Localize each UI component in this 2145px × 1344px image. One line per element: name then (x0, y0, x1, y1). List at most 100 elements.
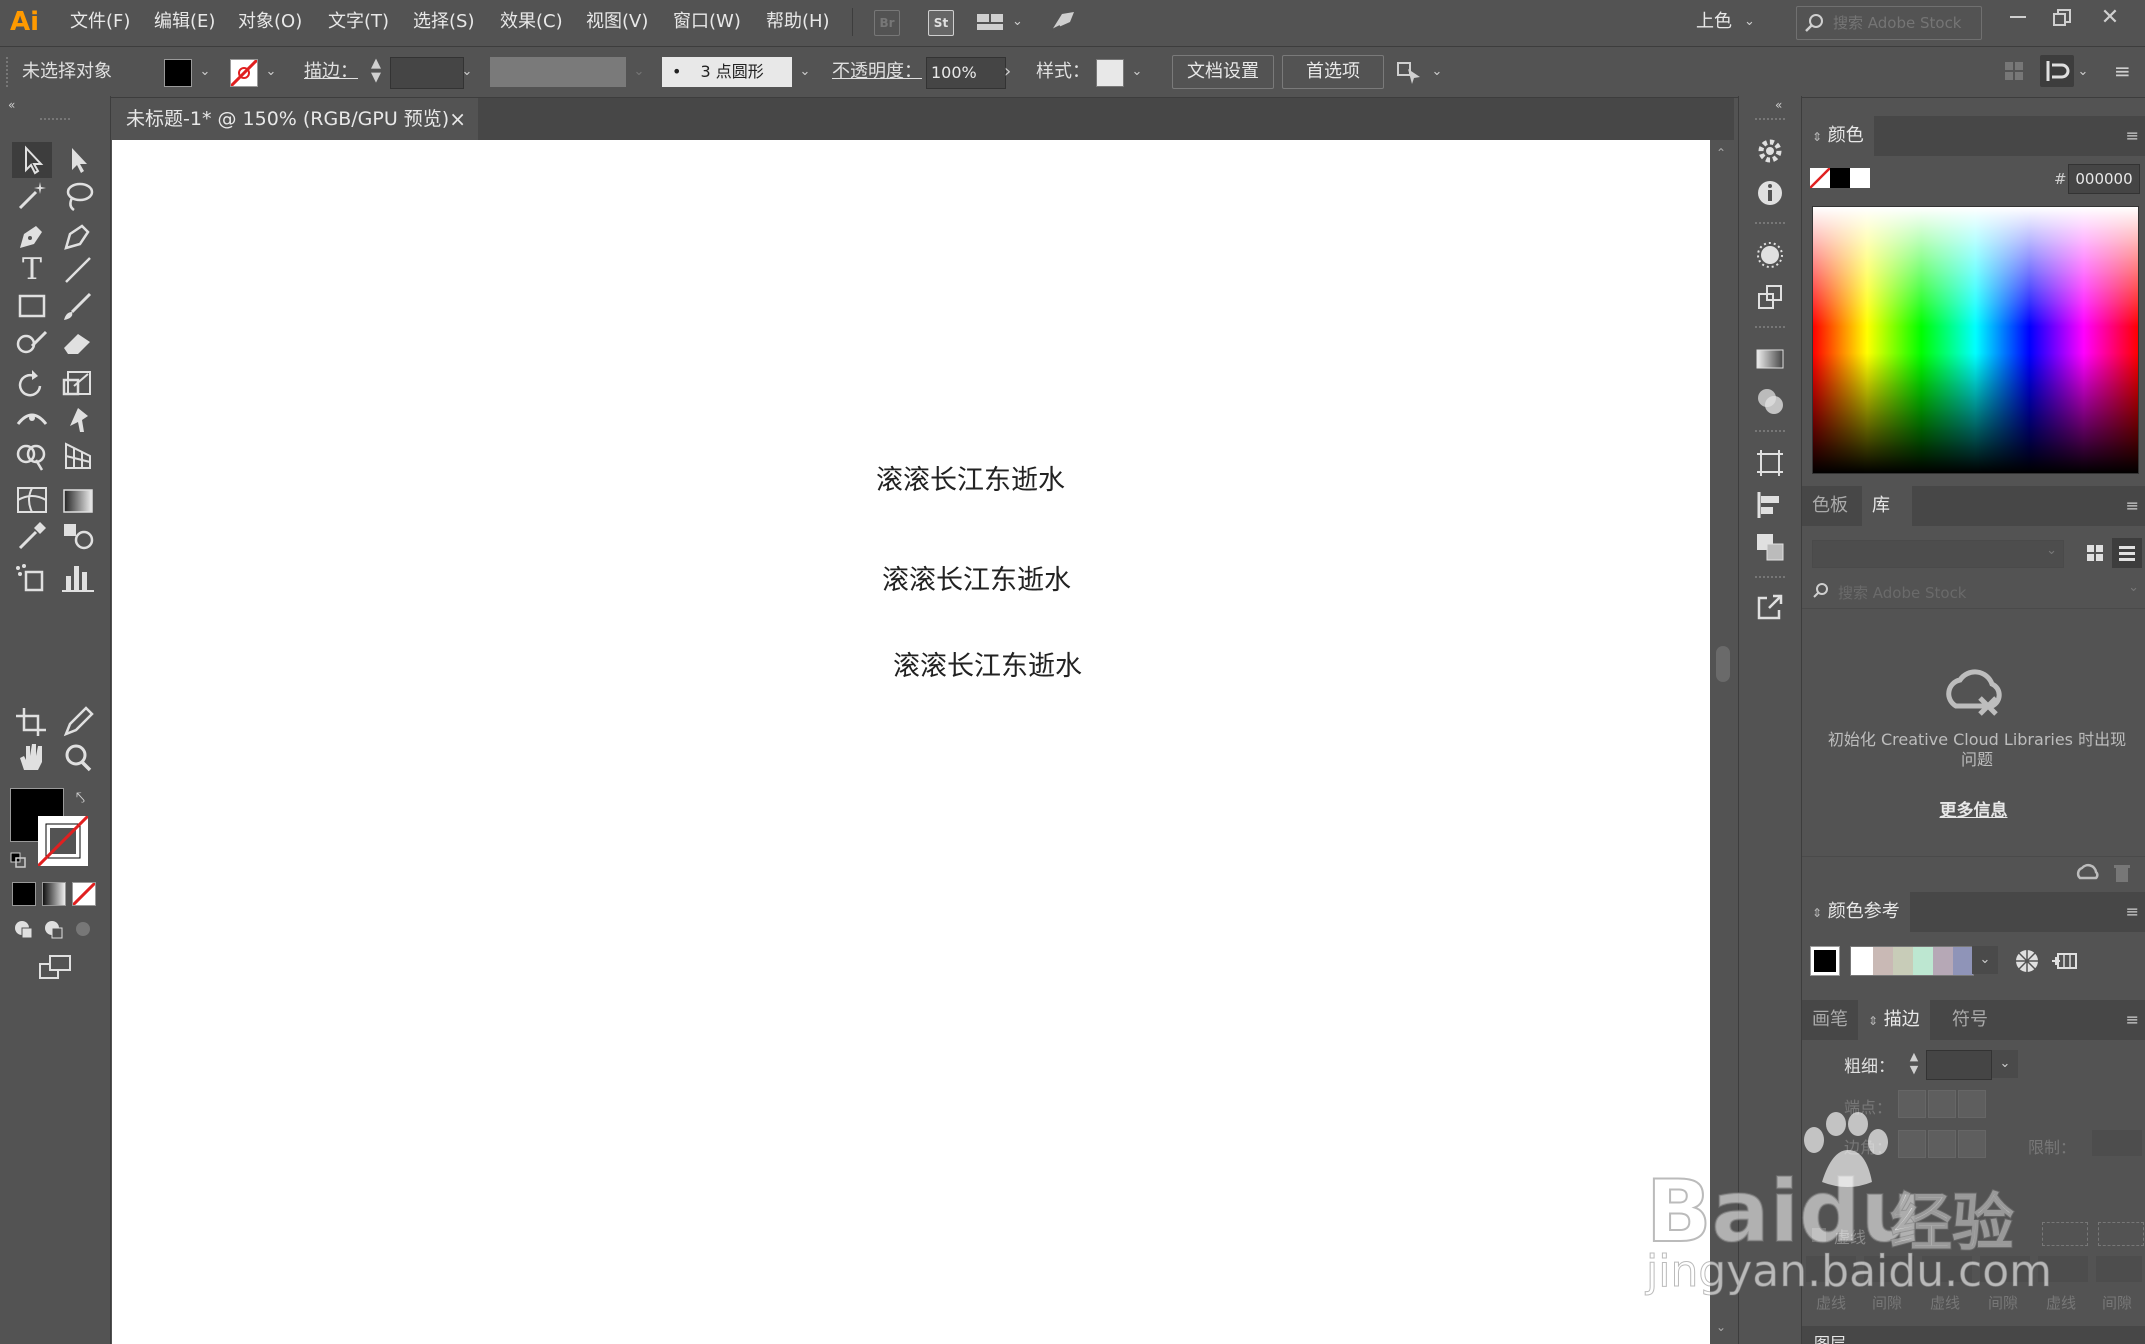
draw-inside-icon[interactable] (72, 918, 94, 940)
white-swatch[interactable] (1850, 168, 1870, 188)
close-window-icon[interactable]: ✕ (2098, 6, 2122, 30)
curvature-tool-icon[interactable] (58, 218, 98, 254)
gradient-tool-icon[interactable] (58, 482, 98, 518)
scale-tool-icon[interactable] (58, 366, 98, 402)
gradient-panel-icon[interactable] (1753, 342, 1787, 376)
selection-tool-icon[interactable] (12, 142, 52, 178)
workspace-switcher[interactable]: 上色 (1690, 0, 1738, 44)
draw-normal-icon[interactable] (12, 918, 34, 940)
menu-edit[interactable]: 编辑(E) (148, 0, 221, 44)
color-guide-tab[interactable]: ⇕ 颜色参考 (1802, 892, 1910, 932)
chevron-down-icon[interactable]: ⌄ (1430, 59, 1444, 85)
chevron-down-icon[interactable]: ⌄ (1130, 59, 1144, 85)
swatches-tab[interactable]: 色板 (1802, 486, 1858, 526)
artboard[interactable]: 滚滚长江东逝水 滚滚长江东逝水 滚滚长江东逝水 (112, 140, 1710, 1344)
harmony-swatch[interactable] (1933, 947, 1953, 975)
dash-field[interactable] (2038, 1256, 2088, 1282)
more-info-link[interactable]: 更多信息 (1802, 796, 2145, 821)
shaper-tool-icon[interactable] (12, 324, 52, 360)
pathfinder-icon[interactable] (1753, 530, 1787, 564)
variable-width-profile[interactable] (490, 57, 626, 87)
libraries-tab[interactable]: 库 (1862, 486, 1912, 526)
scroll-down-icon[interactable]: ⌄ (1716, 1320, 1730, 1334)
chevron-down-icon[interactable]: ⌄ (1992, 1050, 2018, 1078)
slice-tool-icon[interactable] (58, 704, 98, 740)
stock-search[interactable] (1796, 6, 1982, 40)
harmony-swatch[interactable] (1953, 947, 1973, 975)
chevron-down-icon[interactable]: ⌄ (1012, 10, 1026, 34)
select-similar-icon[interactable] (1396, 59, 1424, 85)
harmony-swatch[interactable] (1893, 947, 1913, 975)
gap-field[interactable] (1864, 1256, 1914, 1282)
harmony-swatch[interactable] (1851, 947, 1873, 975)
symbols-tab[interactable]: 符号 (1942, 1000, 1998, 1040)
stroke-swatch[interactable] (229, 58, 259, 88)
hand-tool-icon[interactable] (12, 740, 52, 776)
dash-field[interactable] (1806, 1256, 1856, 1282)
text-line[interactable]: 滚滚长江东逝水 (882, 558, 1071, 597)
menu-effect[interactable]: 效果(C) (494, 0, 569, 44)
panel-menu-icon[interactable]: ≡ (2114, 59, 2134, 83)
document-tab[interactable]: 未标题-1* @ 150% (RGB/GPU 预览) × (112, 98, 478, 140)
vertical-scrollbar[interactable]: ⌃ ⌄ (1712, 140, 1734, 1344)
info-icon[interactable] (1753, 176, 1787, 210)
stock-search-input[interactable] (1831, 11, 1975, 35)
align-panel-icon[interactable] (2040, 55, 2074, 87)
fill-swatch[interactable] (164, 59, 192, 87)
hex-input[interactable]: 000000 (2068, 164, 2140, 194)
zoom-tool-icon[interactable] (58, 740, 98, 776)
screen-mode-icon[interactable] (38, 954, 72, 980)
default-fill-stroke-icon[interactable] (10, 852, 26, 868)
preferences-button[interactable]: 首选项 (1282, 55, 1384, 89)
chevron-down-icon[interactable]: ⌄ (198, 59, 212, 85)
restore-icon[interactable] (2052, 8, 2072, 28)
lasso-tool-icon[interactable] (58, 178, 98, 214)
cc-sync-icon[interactable] (2074, 862, 2100, 884)
arrange-documents-icon[interactable] (976, 10, 1006, 34)
bevel-join-icon[interactable] (1958, 1130, 1986, 1158)
align-icon[interactable] (1753, 488, 1787, 522)
shape-builder-tool-icon[interactable] (12, 438, 52, 474)
blend-tool-icon[interactable] (58, 518, 98, 554)
menu-window[interactable]: 窗口(W) (667, 0, 747, 44)
dash-align-corners-icon[interactable] (2098, 1222, 2144, 1246)
document-setup-button[interactable]: 文档设置 (1172, 55, 1274, 89)
chevron-down-icon[interactable]: ⌄ (2076, 59, 2090, 85)
trash-icon[interactable] (2112, 862, 2132, 884)
scroll-up-icon[interactable]: ⌃ (1716, 146, 1730, 160)
harmony-swatch[interactable] (1913, 947, 1933, 975)
brushes-tab[interactable]: 画笔 (1802, 1000, 1858, 1040)
rotate-tool-icon[interactable] (12, 366, 52, 402)
transparency-icon[interactable] (1753, 384, 1787, 418)
stroke-label[interactable]: 描边： (304, 47, 358, 97)
color-panel-tab[interactable]: ⇕ 颜色 (1802, 116, 1874, 156)
black-swatch[interactable] (1830, 168, 1850, 188)
library-dropdown[interactable]: ⌄ (1812, 540, 2064, 568)
column-graph-tool-icon[interactable] (58, 560, 98, 596)
none-swatch[interactable] (1809, 167, 1831, 189)
panel-menu-icon[interactable]: ≡ (2126, 496, 2139, 515)
menu-help[interactable]: 帮助(H) (760, 0, 836, 44)
panel-menu-icon[interactable]: ≡ (2126, 126, 2139, 145)
appearance-sun-icon[interactable] (1753, 238, 1787, 272)
mesh-tool-icon[interactable] (12, 482, 52, 518)
close-tab-icon[interactable]: × (449, 98, 466, 140)
dash-align-icon[interactable] (2042, 1222, 2088, 1246)
width-tool-icon[interactable] (12, 402, 52, 438)
stroke-stepper[interactable]: ▲ ▼ (366, 57, 386, 87)
draw-behind-icon[interactable] (42, 918, 64, 940)
panel-menu-icon[interactable]: ≡ (2126, 1010, 2139, 1029)
list-view-icon[interactable] (2112, 538, 2142, 568)
toolbar-grip[interactable] (40, 118, 70, 124)
base-color-swatch[interactable] (1810, 946, 1840, 976)
direct-selection-tool-icon[interactable] (58, 142, 98, 178)
rectangle-tool-icon[interactable] (12, 288, 52, 324)
menu-object[interactable]: 对象(O) (232, 0, 308, 44)
symbol-sprayer-tool-icon[interactable] (12, 560, 52, 596)
scroll-thumb[interactable] (1716, 646, 1730, 682)
gradient-mode-icon[interactable] (42, 882, 66, 906)
dashed-line-checkbox[interactable] (1812, 1228, 1826, 1242)
none-mode-icon[interactable] (71, 881, 97, 907)
puppet-warp-tool-icon[interactable] (58, 402, 98, 438)
stock-button[interactable]: St (928, 10, 954, 36)
